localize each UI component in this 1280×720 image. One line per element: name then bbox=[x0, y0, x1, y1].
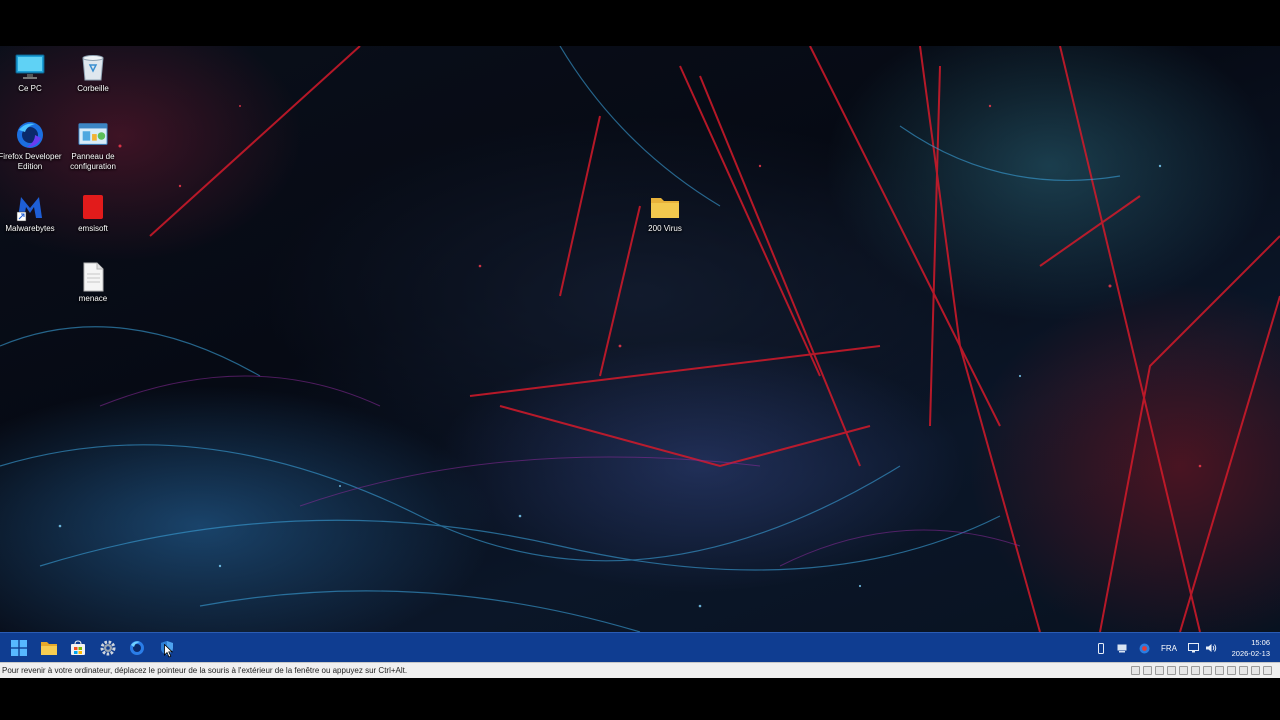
taskbar-firefox-developer[interactable] bbox=[128, 639, 146, 657]
taskbar-file-explorer[interactable] bbox=[40, 639, 58, 657]
desktop-icon-firefox-developer[interactable]: Firefox Developer Edition bbox=[0, 120, 64, 172]
tray-language[interactable]: FRA bbox=[1161, 642, 1177, 654]
control-panel-icon bbox=[78, 120, 108, 150]
desktop-icon-label: emsisoft bbox=[78, 224, 108, 233]
vm-device-icon[interactable] bbox=[1263, 666, 1272, 675]
desktop-icon-label: menace bbox=[78, 294, 108, 303]
vm-status-bar: Pour revenir à votre ordinateur, déplace… bbox=[0, 662, 1280, 678]
tray-clock[interactable]: 15:06 2026-02-13 bbox=[1232, 637, 1270, 659]
security-shield-icon bbox=[1139, 643, 1150, 653]
mouse-cursor-icon bbox=[164, 644, 174, 658]
vm-device-icon[interactable] bbox=[1239, 666, 1248, 675]
vm-device-icon[interactable] bbox=[1131, 666, 1140, 675]
tray-security[interactable] bbox=[1139, 642, 1150, 654]
file-explorer-icon bbox=[41, 642, 57, 655]
usb-icon bbox=[1098, 642, 1104, 654]
vm-device-icon[interactable] bbox=[1227, 666, 1236, 675]
desktop[interactable]: Ce PC Corbeille Firefox Developer Editio… bbox=[0, 46, 1280, 632]
desktop-icon-label: Corbeille bbox=[77, 84, 109, 93]
taskbar: FRA 15:06 2026-02-13 bbox=[0, 632, 1280, 662]
vm-device-icon[interactable] bbox=[1143, 666, 1152, 675]
vm-device-icon[interactable] bbox=[1251, 666, 1260, 675]
vm-device-icon[interactable] bbox=[1203, 666, 1212, 675]
settings-gear-icon bbox=[100, 640, 116, 656]
firefox-developer-icon bbox=[15, 120, 45, 150]
vm-device-icon[interactable] bbox=[1155, 666, 1164, 675]
desktop-icon-menace[interactable]: menace bbox=[59, 262, 127, 304]
clock-time: 15:06 bbox=[1251, 638, 1270, 647]
malwarebytes-icon bbox=[15, 192, 45, 222]
volume-icon bbox=[1206, 644, 1217, 652]
monitor-network-icon bbox=[1188, 643, 1199, 653]
taskbar-microsoft-store[interactable] bbox=[69, 639, 87, 657]
desktop-icon-label: 200 Virus bbox=[648, 224, 682, 233]
firefox-developer-icon bbox=[130, 641, 144, 655]
letterbox-top bbox=[0, 0, 1280, 46]
vm-release-hint: Pour revenir à votre ordinateur, déplace… bbox=[2, 666, 408, 675]
desktop-icon-emsisoft[interactable]: emsisoft bbox=[59, 192, 127, 234]
desktop-icon-label: Malwarebytes bbox=[5, 224, 55, 233]
windows-start-icon bbox=[11, 640, 27, 656]
vm-device-icon[interactable] bbox=[1215, 666, 1224, 675]
emsisoft-icon bbox=[78, 192, 108, 222]
clock-date: 2026-02-13 bbox=[1231, 649, 1270, 658]
recycle-bin-icon bbox=[78, 52, 108, 82]
taskbar-settings[interactable] bbox=[99, 639, 117, 657]
tray-network-adapter[interactable] bbox=[1117, 642, 1127, 654]
tray-usb[interactable] bbox=[1097, 642, 1105, 654]
desktop-icon-label: Firefox Developer Edition bbox=[0, 152, 62, 171]
network-adapter-icon bbox=[1117, 644, 1127, 653]
wallpaper bbox=[0, 46, 1280, 632]
desktop-icon-label: Panneau de configuration bbox=[70, 152, 116, 171]
desktop-icon-label: Ce PC bbox=[18, 84, 42, 93]
vm-device-icon[interactable] bbox=[1179, 666, 1188, 675]
vm-device-icons bbox=[1131, 666, 1272, 675]
desktop-icon-200-virus-folder[interactable]: 200 Virus bbox=[631, 192, 699, 234]
folder-icon bbox=[650, 192, 680, 222]
desktop-icon-control-panel[interactable]: Panneau de configuration bbox=[59, 120, 127, 172]
desktop-icon-this-pc[interactable]: Ce PC bbox=[0, 52, 64, 94]
tray-network[interactable] bbox=[1188, 642, 1199, 654]
desktop-icon-recycle-bin[interactable]: Corbeille bbox=[59, 52, 127, 94]
vm-device-icon[interactable] bbox=[1191, 666, 1200, 675]
text-file-icon bbox=[78, 262, 108, 292]
letterbox-bottom bbox=[0, 678, 1280, 720]
vm-device-icon[interactable] bbox=[1167, 666, 1176, 675]
desktop-icon-malwarebytes[interactable]: Malwarebytes bbox=[0, 192, 64, 234]
tray-volume[interactable] bbox=[1205, 642, 1217, 654]
monitor-icon bbox=[15, 52, 45, 82]
microsoft-store-icon bbox=[71, 640, 85, 655]
start-button[interactable] bbox=[10, 639, 28, 657]
